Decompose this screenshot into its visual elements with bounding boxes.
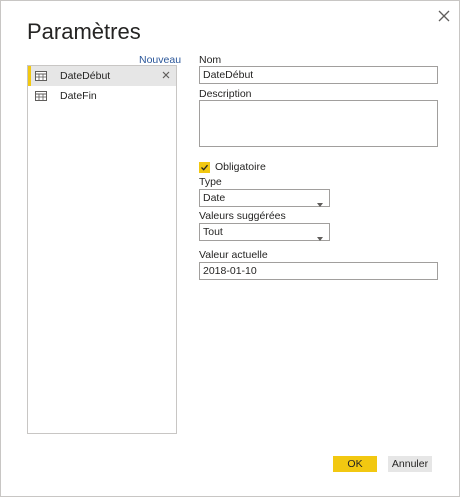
parameter-item-datedebut[interactable]: DateDébut [28,66,176,86]
parameter-list: DateDébut DateFin [27,65,177,434]
table-icon [35,91,47,101]
parameters-dialog: Paramètres Nouveau DateDébut DateFin Nom… [0,0,460,497]
parameter-item-datefin[interactable]: DateFin [28,86,176,106]
name-label: Nom [199,54,222,66]
suggested-values-label: Valeurs suggérées [199,210,286,222]
parameter-item-label: DateFin [60,90,97,102]
suggested-values-value: Tout [203,226,223,238]
suggested-values-select[interactable]: Tout [199,223,330,241]
dialog-title: Paramètres [27,19,141,44]
description-field[interactable] [199,100,438,147]
name-field[interactable]: DateDébut [199,66,438,84]
description-label: Description [199,88,252,100]
chevron-down-icon [317,230,323,241]
parameter-item-label: DateDébut [60,70,111,82]
type-select[interactable]: Date [199,189,330,207]
required-label: Obligatoire [215,161,266,173]
check-icon [201,164,208,171]
close-icon[interactable] [436,8,452,24]
cancel-button[interactable]: Annuler [388,456,432,472]
current-value-field[interactable]: 2018-01-10 [199,262,438,280]
current-value-label: Valeur actuelle [199,249,268,261]
required-checkbox-row[interactable]: Obligatoire [199,161,266,173]
ok-button[interactable]: OK [333,456,377,472]
required-checkbox[interactable] [199,161,210,173]
chevron-down-icon [317,196,323,207]
remove-parameter-icon[interactable] [161,70,171,80]
type-select-value: Date [203,192,226,204]
type-label: Type [199,176,222,188]
table-icon [35,71,47,81]
